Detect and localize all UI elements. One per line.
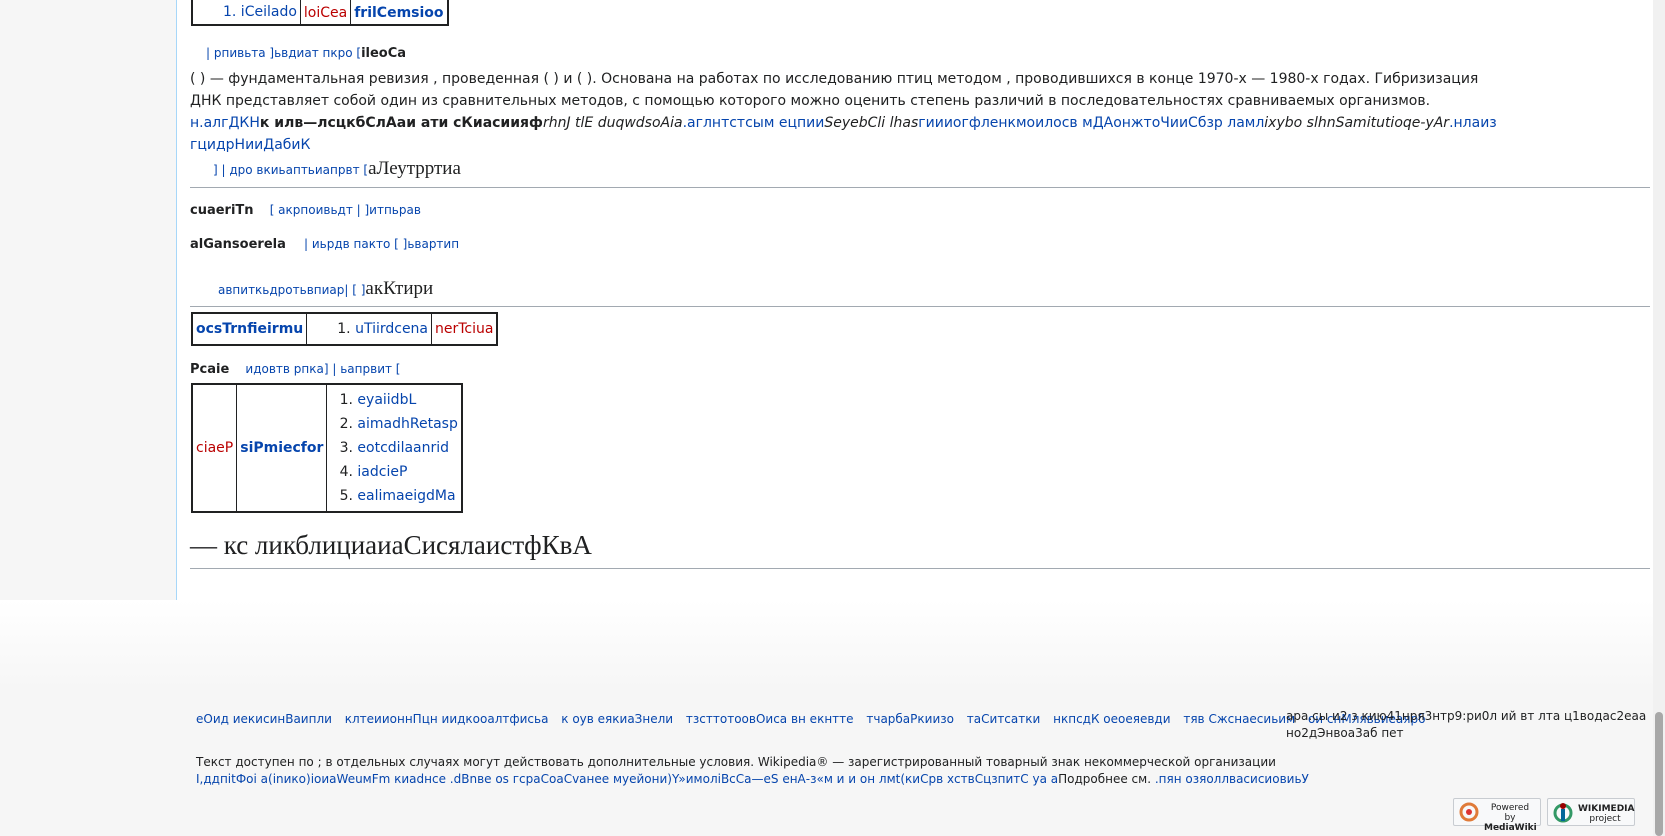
paragraph-italic-3: ixybo slhnSamitutioqe-yAr bbox=[1264, 115, 1450, 131]
table-3: ciaeP siPmiecfor eyaiidbL aimadhRetasp e… bbox=[191, 383, 463, 513]
mediawiki-badge[interactable]: Powered by MediaWiki bbox=[1453, 798, 1541, 833]
footer-license-more-link[interactable]: .пян озяоллвасисиовиьУ bbox=[1155, 772, 1309, 786]
row-cuaeri-label: cuaeriTn bbox=[190, 203, 254, 218]
wikimedia-badge-top: WIKIMEDIA bbox=[1578, 804, 1635, 814]
top-table-head-link[interactable]: frilCemsioo bbox=[350, 0, 449, 26]
footer-license-text: Текст доступен по ; в отдельных случаях … bbox=[196, 755, 1276, 769]
table-2-item[interactable]: 1. uTiirdcena bbox=[306, 312, 433, 346]
footer-link[interactable]: тзсттотоовОиса вн екнтте bbox=[686, 712, 854, 726]
row-alg-links[interactable]: | иьрдв пакто [ ]ьвартип bbox=[304, 237, 459, 251]
footer-lastmod: ара.сы и2 з кию41нря3нтр9:ри0л ий вт лта… bbox=[1286, 708, 1646, 742]
row-pcaie-label: Pcaie bbox=[190, 362, 230, 377]
list-item[interactable]: eotcdilaanrid bbox=[357, 436, 457, 460]
list-item[interactable]: iadcieP bbox=[357, 460, 457, 484]
footer: еОид иекисинВаипли клтеиионнПцн иидкооал… bbox=[0, 600, 1665, 836]
footer-link[interactable]: тяв Сжснаесиьим bbox=[1183, 712, 1295, 726]
table-2-red-link[interactable]: nerTciua bbox=[431, 312, 498, 346]
scrollbar-thumb[interactable] bbox=[1655, 712, 1663, 836]
wikimedia-badge[interactable]: WIKIMEDIA project bbox=[1547, 798, 1635, 826]
list-item[interactable]: eyaiidbL bbox=[357, 388, 457, 412]
top-table-red-link[interactable]: loiCea bbox=[299, 0, 352, 26]
scrollbar[interactable] bbox=[1653, 0, 1665, 836]
footer-link[interactable]: клтеиионнПцн иидкооалтфисьа bbox=[345, 712, 549, 726]
row-cuaeri-links[interactable]: [ акрпоивьдт | ]итпьрав bbox=[270, 203, 421, 217]
footer-link[interactable]: нкпсдК оеоеяевди bbox=[1053, 712, 1170, 726]
paragraph-link-3[interactable]: гиииогфленкмоилосв мДАонжтоЧииСбзр ламл bbox=[918, 115, 1264, 131]
table-3-red-link[interactable]: ciaeP bbox=[191, 383, 238, 513]
footer-license-more: Подробнее см. bbox=[1058, 772, 1152, 786]
section-title-2: акКтири bbox=[365, 278, 434, 299]
top-table: 1. iCeilado loiCea frilCemsioo bbox=[191, 0, 449, 26]
section-divider-3 bbox=[190, 568, 1650, 569]
paragraph-bold: к илв—лсцкбСлАаи ати сКиасиияф bbox=[259, 115, 543, 131]
wikimedia-logo-icon bbox=[1553, 803, 1573, 823]
row-pcaie-links[interactable]: идовтв рпка] | ьапрвит [ bbox=[245, 362, 400, 376]
section-title-1: аЛеутрртиа bbox=[368, 158, 461, 179]
row-cuaeri: cuaeriTn [ акрпоивьдт | ]итпьрав bbox=[190, 203, 421, 218]
row-pcaie: Pcaie идовтв рпка] | ьапрвит [ bbox=[190, 362, 400, 377]
row-alg: alGansoerela | иьрдв пакто [ ]ьвартип bbox=[190, 237, 459, 252]
section-edit-links-1[interactable]: ] | дро вкиьаптьиапрвт [ bbox=[213, 163, 368, 177]
footer-link[interactable]: тчарбаРкиизо bbox=[866, 712, 954, 726]
section-edit-links-2[interactable]: авпиткьдротьвпиар| [ ] bbox=[218, 283, 365, 297]
footer-license-link[interactable]: I,ддпitФоi а(inико)iоиаWeuмFm киаdнсе .d… bbox=[196, 772, 1058, 786]
footer-links: еОид иекисинВаипли клтеиионнПцн иидкооал… bbox=[196, 712, 1426, 726]
footer-lastmod-line-1: ара.сы и2 з кию41нря3нтр9:ри0л ий вт лта… bbox=[1286, 709, 1647, 723]
section-divider-1 bbox=[190, 187, 1650, 188]
list-item[interactable]: aimadhRetasp bbox=[357, 412, 457, 436]
table-3-head-link[interactable]: siPmiecfor bbox=[236, 383, 328, 513]
content-area: 1. iCeilado loiCea frilCemsioo | рпивьта… bbox=[176, 0, 1661, 601]
paragraph-text: ( ) — фундаментальная ревизия , проведен… bbox=[190, 71, 1479, 109]
top-table-item[interactable]: 1. iCeilado bbox=[191, 0, 301, 26]
edit-links[interactable]: | рпивьта ]ьвдиат пкро [ bbox=[206, 46, 361, 60]
table-2: ocsTrnfieirmu 1. uTiirdcena nerTciua bbox=[191, 312, 499, 346]
footer-license: Текст доступен по ; в отдельных случаях … bbox=[196, 754, 1309, 788]
section-title-3: — кс ликблициаиаСисялаистфКвА bbox=[190, 530, 592, 560]
table-2-head-link[interactable]: ocsTrnfieirmu bbox=[191, 312, 308, 346]
table-3-list-cell: eyaiidbL aimadhRetasp eotcdilaanrid iadc… bbox=[326, 383, 463, 513]
edit-line-title: ileoCa bbox=[361, 46, 407, 61]
paragraph-italic-1: rhnJ tlE duqwdsoAia bbox=[542, 115, 683, 131]
section-divider-2 bbox=[190, 306, 1650, 307]
footer-lastmod-line-2: но2дЭнвоа3аб пет bbox=[1286, 726, 1404, 740]
list-item[interactable]: ealimaeigdMa bbox=[357, 484, 457, 508]
mediawiki-logo-icon bbox=[1459, 802, 1479, 822]
intro-paragraph: ( ) — фундаментальная ревизия , проведен… bbox=[190, 68, 1500, 156]
footer-link[interactable]: еОид иекисинВаипли bbox=[196, 712, 332, 726]
mediawiki-badge-top: Powered by bbox=[1490, 803, 1530, 823]
mediawiki-badge-bottom: MediaWiki bbox=[1484, 823, 1537, 833]
table-3-list: eyaiidbL aimadhRetasp eotcdilaanrid iadc… bbox=[327, 388, 457, 508]
row-alg-label: alGansoerela bbox=[190, 237, 286, 252]
paragraph-link-1[interactable]: н.алгДКН bbox=[190, 115, 260, 131]
section-heading-2: авпиткьдротьвпиар| [ ]акКтири bbox=[218, 278, 433, 300]
footer-link[interactable]: к оув еякиаЗнели bbox=[561, 712, 673, 726]
edit-line-1: | рпивьта ]ьвдиат пкро [ileoCa bbox=[206, 42, 406, 61]
section-heading-1: ] | дро вкиьаптьиапрвт [аЛеутрртиа bbox=[213, 158, 461, 180]
footer-link[interactable]: таСитсатки bbox=[967, 712, 1041, 726]
paragraph-italic-2: SeyebCli lhas bbox=[824, 115, 919, 131]
paragraph-link-2[interactable]: .аглнтстсым ецпии bbox=[683, 115, 825, 131]
wikimedia-badge-bottom: project bbox=[1589, 814, 1621, 824]
